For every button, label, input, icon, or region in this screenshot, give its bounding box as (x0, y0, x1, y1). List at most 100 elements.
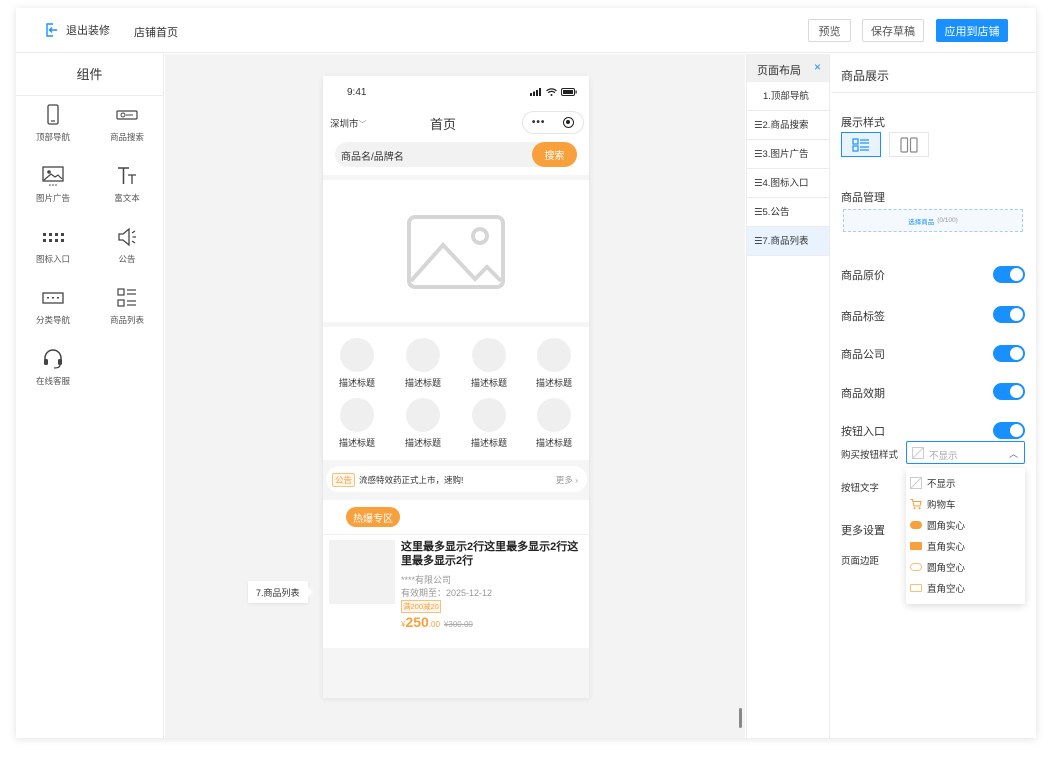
goods-display-settings: 商品展示 展示样式 商品管理 选择商品 (0/100) 商品原价 商品标签 商品公… (831, 54, 1036, 738)
chevron-up-icon: ︿ (1008, 449, 1018, 459)
status-icons (530, 88, 577, 96)
dropdown-option-rounded-solid[interactable]: 圆角实心 (906, 514, 1025, 535)
button-entry-label: 按钮入口 (841, 426, 885, 438)
cart-icon (910, 498, 922, 509)
more-settings-label: 更多设置 (841, 525, 885, 537)
phone-search-button[interactable]: 搜索 (532, 142, 577, 167)
goods-coupon-badge: 满200减20 (401, 600, 441, 613)
canvas-scrollbar[interactable] (739, 708, 742, 728)
icon-entry-item[interactable]: 描述标题 (324, 398, 390, 449)
style-list-option[interactable] (841, 132, 881, 157)
dropdown-option-square-solid[interactable]: 直角实心 (906, 535, 1025, 556)
dropdown-option-square-hollow[interactable]: 直角空心 (906, 577, 1025, 598)
goods-price: ¥250.00 ¥300.00 (401, 614, 473, 630)
component-category-nav[interactable]: 分类导航 (16, 287, 90, 326)
layout-item-icon-entry[interactable]: ☰4.图标入口 (747, 169, 829, 198)
component-rich-text[interactable]: 富文本 (90, 165, 164, 204)
none-icon (912, 447, 924, 462)
buy-button-style-dropdown: 不显示 购物车 圆角实心 直角实心 圆角空心 直角空心 (906, 468, 1025, 604)
wifi-icon (546, 88, 557, 96)
page-margin-label: 页面边距 (841, 556, 880, 567)
mini-program-capsule[interactable]: ••• (522, 111, 584, 134)
component-goods-search[interactable]: 商品搜索 (90, 104, 164, 143)
selected-component-tooltip: 7.商品列表 (248, 581, 312, 603)
save-draft-button[interactable]: 保存草稿 (862, 19, 924, 42)
headset-icon (44, 349, 62, 369)
dropdown-option-cart[interactable]: 购物车 (906, 493, 1025, 514)
icon-entry-item[interactable]: 描述标题 (456, 338, 522, 389)
goods-company-toggle[interactable] (993, 345, 1025, 362)
components-title: 组件 (16, 54, 163, 96)
image-placeholder-icon (407, 215, 505, 289)
icon-entry-item[interactable]: 描述标题 (521, 338, 587, 389)
display-style-label: 展示样式 (841, 117, 885, 129)
close-icon[interactable]: × (814, 60, 821, 74)
goods-image (329, 540, 395, 604)
button-entry-toggle[interactable] (993, 422, 1025, 439)
icon-entry-item[interactable]: 描述标题 (390, 338, 456, 389)
grid-dots-icon (43, 233, 64, 242)
original-price-toggle[interactable] (993, 266, 1025, 283)
phone-search-box[interactable]: 商品名/品牌名 搜索 (335, 142, 577, 167)
target-icon (563, 117, 575, 128)
icon-entry-item[interactable]: 描述标题 (324, 338, 390, 389)
exit-icon (46, 23, 57, 37)
hot-zone-tag: 热爆专区 (346, 507, 400, 527)
exit-decoration-button[interactable]: 退出装修 (44, 22, 110, 38)
dropdown-option-rounded-hollow[interactable]: 圆角空心 (906, 556, 1025, 577)
icon-entry-circle (472, 338, 506, 372)
component-goods-list[interactable]: 商品列表 (90, 287, 164, 326)
layout-panel-header: 页面布局 × (747, 54, 829, 82)
apply-to-shop-button[interactable]: 应用到店铺 (936, 19, 1008, 42)
components-panel: 组件 顶部导航 商品搜索 图片广告 富文本 图标入口 公告 分类导航 商品列表 … (16, 54, 164, 738)
megaphone-icon (118, 227, 136, 247)
dropdown-option-none[interactable]: 不显示 (906, 472, 1025, 493)
app-frame: 退出装修 店铺首页 预览 保存草稿 应用到店铺 组件 顶部导航 商品搜索 图片广… (16, 8, 1036, 738)
buy-button-style-select[interactable]: 不显示 ︿ (906, 441, 1025, 464)
component-online-service[interactable]: 在线客服 (16, 348, 90, 387)
none-icon (910, 476, 922, 489)
layout-item-goods-list[interactable]: ☰7.商品列表 (747, 227, 829, 256)
button-text-label: 按钮文字 (841, 483, 880, 494)
style-grid-option[interactable] (889, 132, 929, 157)
layout-item-image-ad[interactable]: ☰3.图片广告 (747, 140, 829, 169)
icon-entry-item[interactable]: 描述标题 (390, 398, 456, 449)
goods-expiry-toggle[interactable] (993, 383, 1025, 400)
select-goods-button[interactable]: 选择商品 (0/100) (843, 209, 1023, 232)
icon-entry-circle (472, 398, 506, 432)
layout-item-top-nav[interactable]: 1.顶部导航 (747, 82, 829, 111)
component-image-ad[interactable]: 图片广告 (16, 165, 90, 204)
component-icon-entry[interactable]: 图标入口 (16, 226, 90, 265)
status-time: 9:41 (347, 87, 367, 98)
search-placeholder: 商品名/品牌名 (341, 152, 404, 163)
shop-home-link[interactable]: 店铺首页 (134, 24, 178, 40)
image-ad-banner[interactable] (323, 180, 589, 322)
original-price-label: 商品原价 (841, 270, 885, 282)
goods-expiry-label: 商品效期 (841, 388, 885, 400)
image-icon (42, 166, 64, 186)
list-style-icon (852, 137, 869, 152)
goods-list-section[interactable]: 热爆专区 这里最多显示2行这里最多显示2行这里最多显示2行 ****有限公司 有… (323, 500, 589, 648)
phone-preview: 9:41 深圳市﹀ 首页 ••• 商品名/品牌名 搜索 描述标题 描述标题 描述… (323, 76, 589, 698)
goods-tags-toggle[interactable] (993, 306, 1025, 323)
text-icon (118, 167, 136, 184)
battery-icon (561, 88, 577, 96)
component-top-nav[interactable]: 顶部导航 (16, 104, 90, 143)
icon-entry-item[interactable]: 描述标题 (521, 398, 587, 449)
layout-item-goods-search[interactable]: ☰2.商品搜索 (747, 111, 829, 140)
notice-text: 流感特效药正式上市，速购! (359, 475, 464, 485)
icon-entry-circle (537, 398, 571, 432)
chevron-right-icon: › (575, 475, 578, 485)
page-layout-panel: 页面布局 × 1.顶部导航 ☰2.商品搜索 ☰3.图片广告 ☰4.图标入口 ☰5… (746, 54, 830, 738)
notice-bar[interactable]: 公告 流感特效药正式上市，速购! 更多 › (326, 466, 587, 492)
signal-icon (530, 88, 541, 96)
notice-more-link[interactable]: 更多 › (556, 474, 578, 486)
icon-entry-item[interactable]: 描述标题 (456, 398, 522, 449)
notice-tag: 公告 (332, 473, 356, 487)
preview-button[interactable]: 预览 (808, 19, 851, 42)
original-price: ¥300.00 (443, 620, 473, 629)
component-notice[interactable]: 公告 (90, 226, 164, 265)
layout-item-notice[interactable]: ☰5.公告 (747, 198, 829, 227)
price-integer: 250 (405, 614, 429, 630)
phone-nav-bar: 深圳市﹀ 首页 ••• (323, 106, 589, 138)
